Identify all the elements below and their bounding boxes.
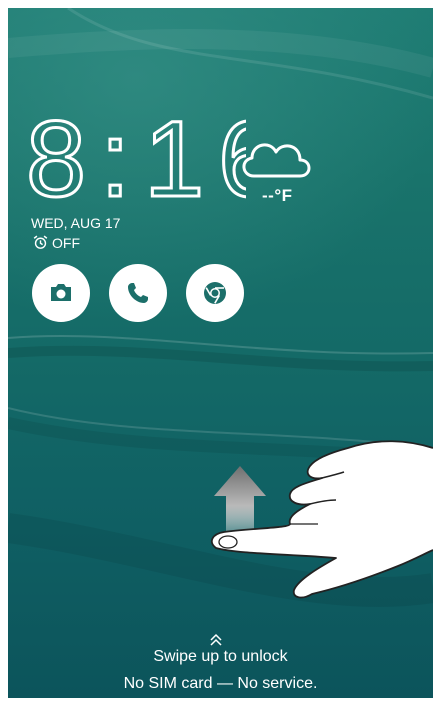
clock-display: 8:16 — [26, 108, 246, 208]
double-chevron-up-icon — [210, 633, 222, 646]
chrome-icon — [204, 282, 226, 304]
sim-status: No SIM card — No service. — [123, 675, 318, 692]
alarm-status: OFF — [32, 234, 80, 251]
lock-screen[interactable]: 8:16 --°F WED, AUG 17 OFF — [8, 8, 433, 698]
chrome-shortcut-button[interactable] — [186, 264, 244, 322]
clock-time: 8:16 — [26, 108, 246, 208]
swipe-up-hand-illustration — [210, 440, 433, 599]
date-label: WED, AUG 17 — [31, 215, 121, 231]
phone-icon — [128, 283, 148, 303]
alarm-label: OFF — [52, 234, 80, 251]
camera-icon — [51, 284, 71, 301]
camera-shortcut-button[interactable] — [32, 264, 90, 322]
temperature: --°F — [262, 186, 293, 205]
phone-shortcut-button[interactable] — [109, 264, 167, 322]
alarm-clock-icon — [33, 235, 48, 249]
unlock-hint: Swipe up to unlock — [153, 648, 288, 665]
